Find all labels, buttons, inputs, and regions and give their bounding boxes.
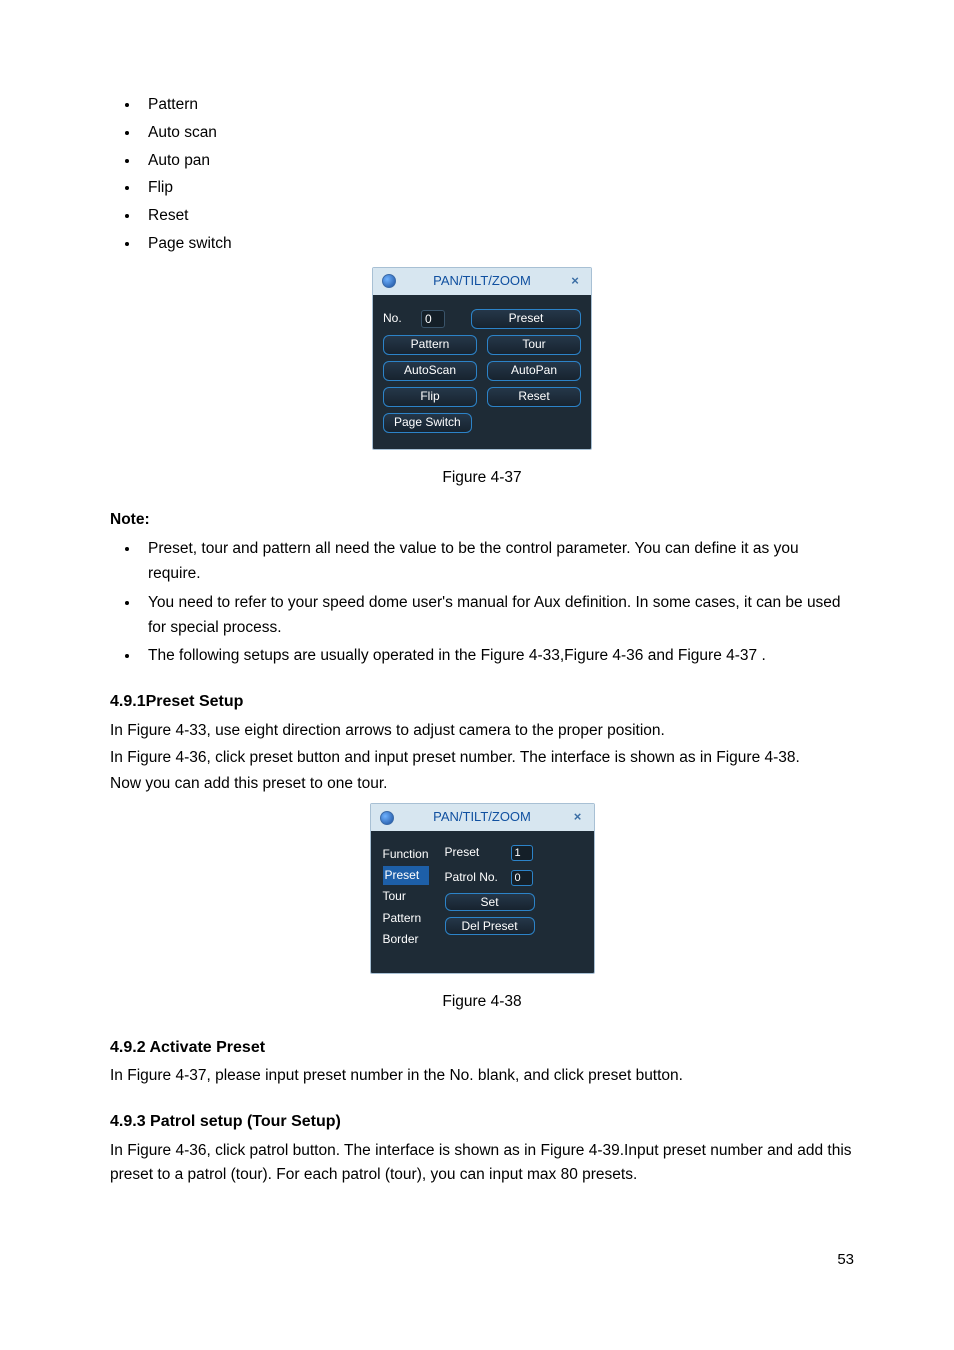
paragraph: Now you can add this preset to one tour.	[110, 772, 854, 797]
globe-icon	[377, 810, 397, 826]
autopan-button[interactable]: AutoPan	[487, 361, 581, 381]
list-item: Auto pan	[140, 149, 854, 174]
ptz-function-panel: PAN/TILT/ZOOM × Function Preset Tour Pat…	[370, 803, 595, 974]
preset-label: Preset	[445, 843, 505, 862]
panel-body: Function Preset Tour Pattern Border Pres…	[371, 831, 594, 973]
patrol-no-input[interactable]	[511, 870, 533, 886]
list-item: Reset	[140, 204, 854, 229]
del-preset-button[interactable]: Del Preset	[445, 917, 535, 935]
autoscan-button[interactable]: AutoScan	[383, 361, 477, 381]
panel-title-text: PAN/TILT/ZOOM	[397, 807, 568, 828]
section-heading: 4.9.2 Activate Preset	[110, 1035, 854, 1061]
patrol-no-label: Patrol No.	[445, 868, 505, 887]
panel-title-text: PAN/TILT/ZOOM	[399, 271, 565, 292]
reset-button[interactable]: Reset	[487, 387, 581, 407]
note-heading: Note:	[110, 508, 854, 533]
preset-input[interactable]	[511, 845, 533, 861]
list-item: Flip	[140, 176, 854, 201]
preset-button[interactable]: Preset	[471, 309, 581, 329]
list-item: Auto scan	[140, 121, 854, 146]
close-icon[interactable]: ×	[568, 810, 588, 826]
paragraph: In Figure 4-37, please input preset numb…	[110, 1064, 854, 1089]
panel-titlebar: PAN/TILT/ZOOM ×	[373, 268, 591, 295]
list-item: Page switch	[140, 232, 854, 257]
list-item: Preset, tour and pattern all need the va…	[140, 537, 854, 587]
section-heading: 4.9.1Preset Setup	[110, 689, 854, 715]
figure-caption: Figure 4-37	[110, 466, 854, 491]
globe-icon	[379, 273, 399, 289]
function-list: Function Preset Tour Pattern Border	[383, 843, 429, 951]
function-item-border[interactable]: Border	[383, 930, 429, 949]
set-button[interactable]: Set	[445, 893, 535, 911]
figure-caption: Figure 4-38	[110, 990, 854, 1015]
paragraph: In Figure 4-36, click patrol button. The…	[110, 1139, 854, 1189]
paragraph: In Figure 4-33, use eight direction arro…	[110, 719, 854, 744]
section-heading: 4.9.3 Patrol setup (Tour Setup)	[110, 1109, 854, 1135]
list-item: Pattern	[140, 93, 854, 118]
pattern-button[interactable]: Pattern	[383, 335, 477, 355]
function-item-tour[interactable]: Tour	[383, 887, 429, 906]
function-label: Function	[383, 845, 429, 864]
function-controls: Preset Patrol No. Set Del Preset	[445, 843, 535, 951]
list-item: You need to refer to your speed dome use…	[140, 591, 854, 641]
no-input[interactable]	[421, 310, 445, 328]
page-number: 53	[110, 1248, 854, 1272]
panel-titlebar: PAN/TILT/ZOOM ×	[371, 804, 594, 831]
page-switch-button[interactable]: Page Switch	[383, 413, 472, 433]
tour-button[interactable]: Tour	[487, 335, 581, 355]
paragraph: In Figure 4-36, click preset button and …	[110, 746, 854, 771]
function-item-preset[interactable]: Preset	[383, 866, 429, 885]
note-list: Preset, tour and pattern all need the va…	[140, 537, 854, 669]
close-icon[interactable]: ×	[565, 273, 585, 289]
no-label: No.	[383, 309, 411, 328]
list-item: The following setups are usually operate…	[140, 644, 854, 669]
ptz-panel: PAN/TILT/ZOOM × No. Preset Pattern Tour …	[372, 267, 592, 450]
feature-bullet-list: Pattern Auto scan Auto pan Flip Reset Pa…	[140, 93, 854, 257]
panel-body: No. Preset Pattern Tour AutoScan AutoPan…	[373, 295, 591, 449]
function-item-pattern[interactable]: Pattern	[383, 909, 429, 928]
flip-button[interactable]: Flip	[383, 387, 477, 407]
